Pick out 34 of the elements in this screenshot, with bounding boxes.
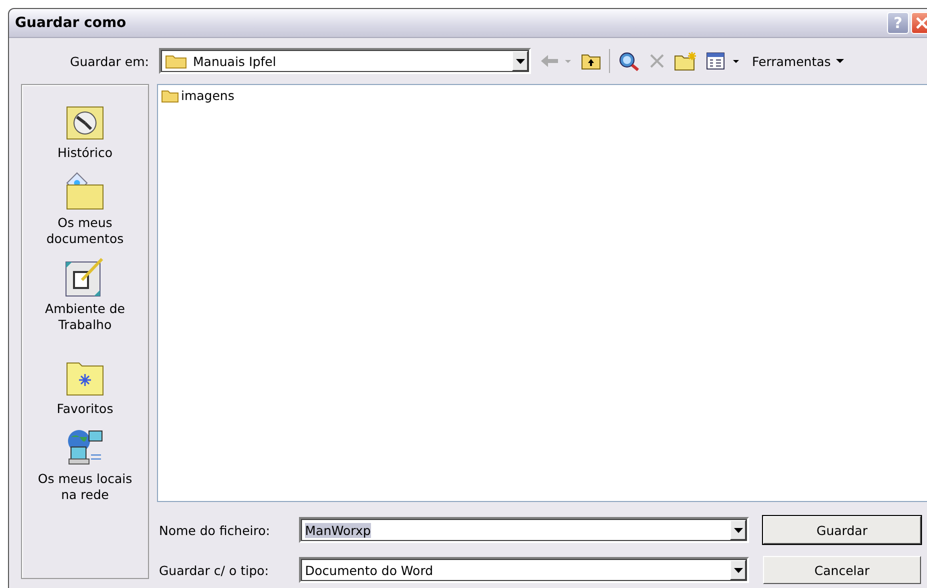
folder-item[interactable]: imagens (161, 88, 236, 103)
globe-search-icon[interactable] (618, 51, 640, 71)
network-computers-icon (65, 427, 105, 467)
location-dropdown[interactable]: Manuais Ipfel (159, 48, 531, 74)
views-menu-icon[interactable] (706, 52, 742, 70)
places-label: Histórico (56, 145, 114, 161)
filetype-label: Guardar c/ o tipo: (158, 562, 270, 578)
location-label: Guardar em: (69, 54, 150, 68)
filename-label: Nome do ficheiro: (158, 522, 271, 538)
places-label: Favoritos (56, 401, 114, 417)
places-item[interactable]: Favoritos (45, 357, 125, 417)
close-button[interactable] (911, 12, 927, 34)
save-button[interactable]: Guardar (763, 516, 921, 544)
new-folder-icon[interactable] (674, 51, 698, 71)
places-label: Ambiente de Trabalho (44, 301, 126, 333)
places-item[interactable]: Os meus locais na rede (30, 427, 140, 503)
cancel-button[interactable]: Cancelar (763, 556, 921, 584)
folder-icon (161, 88, 179, 102)
caret-icon (836, 59, 844, 63)
filename-field[interactable]: ManWorxp (299, 517, 749, 543)
folder-name: imagens (181, 88, 234, 103)
close-icon (914, 15, 927, 31)
places-item[interactable]: Os meus documentos (30, 171, 140, 247)
places-item[interactable]: Ambiente de Trabalho (30, 257, 140, 333)
desktop-icon (65, 257, 105, 297)
up-folder-icon[interactable] (581, 52, 601, 70)
window-title: Guardar como (15, 15, 126, 31)
places-item[interactable]: Histórico (45, 101, 125, 161)
places-label: Os meus documentos (45, 215, 125, 247)
filetype-dropdown[interactable]: Documento do Word (299, 557, 749, 583)
tools-menu-button[interactable]: Ferramentas (750, 54, 846, 68)
documents-folder-icon (65, 171, 105, 211)
places-label: Os meus locais na rede (36, 471, 134, 503)
folder-icon (165, 53, 187, 69)
